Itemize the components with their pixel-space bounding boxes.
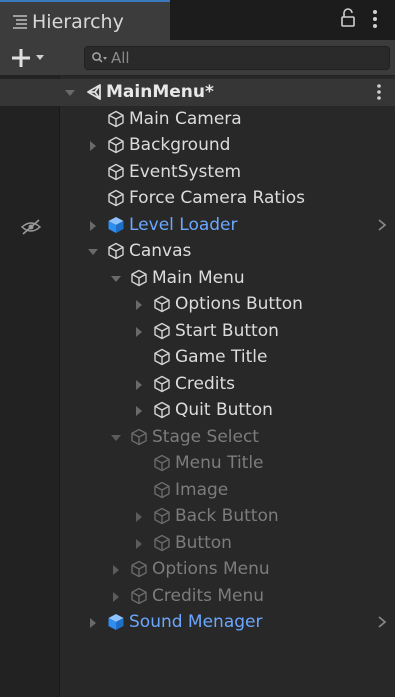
gameobject-cube-icon <box>154 454 170 472</box>
expand-arrow-icon[interactable] <box>111 433 121 443</box>
collapse-arrow-icon[interactable] <box>111 565 121 575</box>
hierarchy-tree: MainMenu* Main Camera Background EventSyste… <box>0 76 395 697</box>
tree-row[interactable]: Background <box>0 132 395 159</box>
search-field[interactable] <box>84 46 390 70</box>
tree-row-label: Credits Menu <box>152 585 265 606</box>
lock-icon[interactable] <box>340 8 356 28</box>
tree-row-label: Options Menu <box>152 559 270 579</box>
gameobject-cube-icon <box>154 507 170 525</box>
tree-row-label: Options Button <box>175 294 303 314</box>
expand-arrow-icon[interactable] <box>88 247 98 257</box>
expand-arrow-icon[interactable] <box>111 274 121 284</box>
gameobject-cube-icon <box>108 136 124 154</box>
tree-row[interactable]: Main Menu <box>0 265 395 292</box>
hierarchy-list-icon <box>13 15 27 29</box>
collapse-arrow-icon[interactable] <box>88 141 98 151</box>
collapse-arrow-icon[interactable] <box>111 591 121 602</box>
tree-row-label: Stage Select <box>152 426 259 447</box>
hierarchy-tab[interactable]: Hierarchy <box>0 0 170 40</box>
gameobject-cube-icon <box>131 587 147 604</box>
gameobject-cube-icon <box>131 428 147 445</box>
search-input[interactable] <box>111 48 381 68</box>
gameobject-cube-icon <box>108 110 124 127</box>
tree-row-label: Sound Menager <box>129 612 263 632</box>
tree-row-label: Menu Title <box>175 453 264 473</box>
open-prefab-chevron-icon[interactable] <box>378 616 386 628</box>
prefab-cube-icon <box>108 216 124 233</box>
tab-title: Hierarchy <box>32 11 124 33</box>
tree-row[interactable]: Credits <box>0 371 395 398</box>
tree-row[interactable]: Back Button <box>0 503 395 530</box>
gameobject-cube-icon <box>131 269 147 286</box>
tree-row[interactable]: Stage Select <box>0 424 395 451</box>
tree-row-label: Back Button <box>175 506 279 526</box>
tree-row[interactable]: Level Loader <box>0 212 395 239</box>
unity-scene-icon <box>87 84 101 100</box>
tree-row[interactable]: Start Button <box>0 318 395 345</box>
tree-row[interactable]: Button <box>0 530 395 557</box>
tree-row[interactable]: Force Camera Ratios <box>0 185 395 212</box>
hierarchy-tab-bar: Hierarchy <box>0 0 395 40</box>
collapse-arrow-icon[interactable] <box>134 538 144 549</box>
tree-row-label: Level Loader <box>129 214 238 235</box>
gameobject-cube-icon <box>154 348 170 366</box>
plus-icon <box>12 49 30 67</box>
tree-row[interactable]: Credits Menu <box>0 583 395 610</box>
gameobject-cube-icon <box>154 401 170 419</box>
scene-menu-kebab-icon[interactable] <box>376 83 382 101</box>
gameobject-cube-icon <box>154 375 170 392</box>
tree-row-label: Game Title <box>175 347 268 367</box>
tree-row-label: Image <box>175 479 229 500</box>
gameobject-cube-icon <box>154 322 170 339</box>
tree-row-label: Quit Button <box>175 400 273 420</box>
tree-row[interactable]: Game Title <box>0 344 395 371</box>
gameobject-cube-icon <box>154 534 170 551</box>
scene-row[interactable]: MainMenu* <box>0 79 395 106</box>
tree-row[interactable]: Sound Menager <box>0 609 395 636</box>
tree-row-label: Credits <box>175 373 235 394</box>
tree-row[interactable]: EventSystem <box>0 159 395 186</box>
tree-row-label: Main Menu <box>152 267 245 288</box>
tree-row[interactable]: Quit Button <box>0 397 395 424</box>
collapse-arrow-icon[interactable] <box>134 379 144 390</box>
tree-row[interactable]: Options Menu <box>0 556 395 583</box>
gameobject-cube-icon <box>108 163 124 180</box>
collapse-arrow-icon[interactable] <box>88 220 98 231</box>
tree-row-label: Force Camera Ratios <box>129 188 306 208</box>
kebab-menu-icon[interactable] <box>372 9 378 29</box>
collapse-arrow-icon[interactable] <box>88 618 98 628</box>
gameobject-cube-icon <box>108 189 124 207</box>
prefab-cube-icon <box>108 614 124 630</box>
tree-row-label: EventSystem <box>129 161 242 182</box>
gameobject-cube-icon <box>131 560 147 578</box>
tree-row[interactable]: Canvas <box>0 238 395 265</box>
expand-arrow-icon[interactable] <box>65 88 75 98</box>
tree-row[interactable]: Main Camera <box>0 106 395 133</box>
tree-row-label: Canvas <box>129 241 192 261</box>
tree-row[interactable]: Image <box>0 477 395 504</box>
tree-row-label: MainMenu* <box>106 82 214 102</box>
hierarchy-toolbar <box>0 40 395 76</box>
gameobject-cube-icon <box>154 481 170 498</box>
tree-row[interactable]: Options Button <box>0 291 395 318</box>
open-prefab-chevron-icon[interactable] <box>378 218 386 231</box>
collapse-arrow-icon[interactable] <box>134 512 144 522</box>
caret-down-icon <box>36 55 44 60</box>
collapse-arrow-icon[interactable] <box>134 300 144 310</box>
search-icon <box>92 52 107 63</box>
collapse-arrow-icon[interactable] <box>134 406 144 416</box>
gameobject-cube-icon <box>108 242 124 260</box>
gameobject-cube-icon <box>154 295 170 313</box>
add-object-dropdown[interactable] <box>6 44 74 72</box>
tree-row-label: Background <box>129 135 231 155</box>
tree-row-label: Main Camera <box>129 108 242 129</box>
tree-row[interactable]: Menu Title <box>0 450 395 477</box>
collapse-arrow-icon[interactable] <box>134 326 144 337</box>
tree-row-label: Start Button <box>175 320 279 341</box>
tree-row-label: Button <box>175 532 232 553</box>
